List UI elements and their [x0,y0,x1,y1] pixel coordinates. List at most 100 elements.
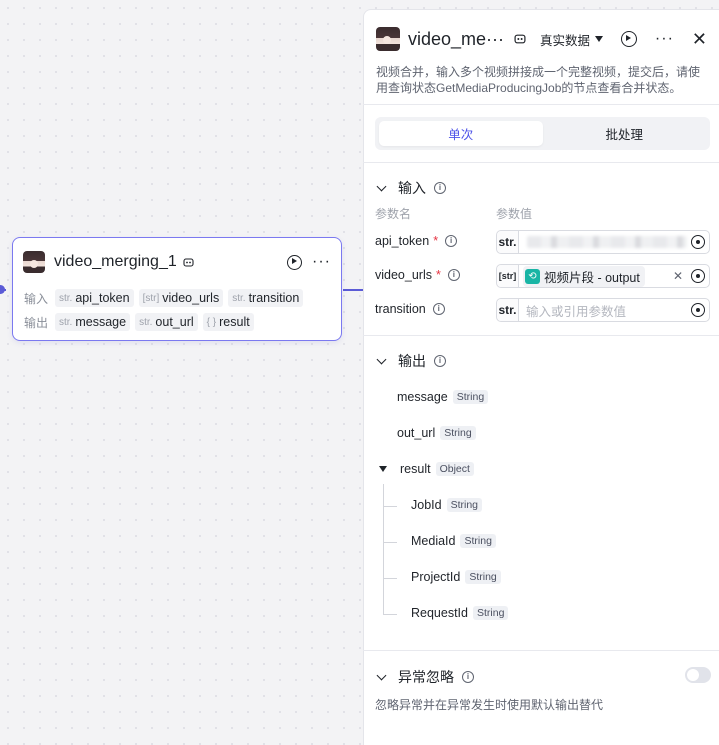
avatar [23,251,45,273]
transition-field[interactable]: str. 输入或引用参数值 [496,298,710,322]
chip-name: message [75,315,127,329]
required-mark: * [433,234,439,248]
tree-line [383,506,397,507]
output-item: out_url String [397,426,476,440]
input-section-header[interactable]: 输入 i [375,178,446,198]
node-header: video_merging_1 ··· [23,249,331,275]
param-api-token-label: api_token * i [375,234,458,248]
info-icon[interactable]: i [445,235,458,247]
type-indicator: str. [497,299,519,321]
outgoing-edge [343,289,363,291]
node-output-chip: str. out_url [135,313,198,331]
type-badge: String [440,426,476,440]
avatar [376,27,400,51]
type-indicator: [str] [497,265,519,287]
video-urls-field[interactable]: [str] ⟲ 视频片段 - output ✕ [496,264,710,288]
reference-label: 视频片段 - output [544,270,640,285]
output-item: message String [397,390,489,404]
node-output-chip: { } result [202,313,254,331]
chip-type: str. [59,292,73,304]
divider [363,104,719,105]
info-icon[interactable]: i [447,269,460,281]
target-icon[interactable] [691,269,705,283]
node-input-chip: [str] video_urls [138,289,224,307]
tab-single[interactable]: 单次 [379,121,543,146]
tree-line [383,542,397,543]
divider [363,335,719,336]
caret-down-icon [595,36,604,42]
param-name: transition [375,302,426,316]
chip-type: str. [232,292,246,304]
chip-type: { } [206,316,217,328]
more-icon[interactable]: ··· [312,254,331,270]
tab-batch[interactable]: 批处理 [543,121,707,146]
chip-type: [str] [142,292,160,304]
bot-icon [183,256,195,268]
param-video-urls-label: video_urls * i [375,268,460,282]
data-mode-label: 真实数据 [540,33,591,48]
node-input-chip: str. api_token [55,289,134,307]
type-indicator: str. [497,231,519,253]
param-value-header: 参数值 [496,207,533,221]
more-icon[interactable]: ··· [655,31,674,47]
play-icon[interactable] [620,31,637,47]
exception-section-title: 异常忽略 [398,669,454,685]
tree-line [383,484,384,614]
info-icon[interactable]: i [434,182,446,194]
type-badge: String [452,390,489,404]
exception-section-header[interactable]: 异常忽略 i [375,667,474,687]
panel-description: 视频合并，输入多个视频拼接成一个完整视频，提交后，请使用查询状态GetMedia… [376,65,701,95]
masked-value [527,236,687,248]
info-icon[interactable]: i [462,671,474,683]
node-input-chip: str. transition [228,289,304,307]
type-badge: Object [435,462,474,476]
node-inputs-row: 输入 str. api_token [str] video_urls str. tra… [24,289,304,307]
chip-name: video_urls [162,291,220,305]
bot-icon [514,33,526,45]
toggle-switch[interactable] [685,667,711,683]
exception-description: 忽略异常并在异常发生时使用默认输出替代 [375,698,604,712]
output-name: ProjectId [411,570,461,584]
api-token-field[interactable]: str. [496,230,710,254]
data-mode-dropdown[interactable]: 真实数据 [540,30,604,49]
output-name: RequestId [411,606,468,620]
output-name: JobId [411,498,442,512]
type-badge: String [472,606,509,620]
output-name: message [397,390,448,404]
info-icon[interactable]: i [434,355,446,367]
chip-type: str. [59,316,73,328]
mode-tabs: 单次 批处理 [375,117,710,150]
chevron-down-icon [376,670,387,681]
reference-tag[interactable]: ⟲ 视频片段 - output [523,265,645,287]
node-inputs-label: 输入 [24,291,49,306]
output-name: MediaId [411,534,456,548]
output-section-title: 输出 [398,353,426,369]
chip-name: api_token [75,291,130,305]
node-outputs-row: 输出 str. message str. out_url { } result [24,313,254,331]
output-child-item: ProjectId String [411,570,501,584]
target-icon[interactable] [691,235,705,249]
chip-name: result [219,315,250,329]
type-badge: String [446,498,483,512]
target-icon[interactable] [691,303,705,317]
output-child-item: MediaId String [411,534,496,548]
required-mark: * [435,268,441,282]
output-item-result[interactable]: result Object [379,462,474,476]
reference-icon: ⟲ [525,268,540,284]
close-icon[interactable]: ✕ [692,30,707,48]
output-name: out_url [397,426,436,440]
chevron-down-icon [376,181,387,192]
chip-name: transition [248,291,300,305]
divider [363,162,719,163]
workflow-node-card[interactable]: video_merging_1 ··· 输入 str. api_token [st… [12,237,342,341]
play-icon[interactable] [287,254,303,270]
tree-toggle-icon[interactable] [379,466,387,472]
divider [363,650,719,651]
panel-title[interactable]: video_me··· [408,29,504,50]
output-section-header[interactable]: 输出 i [375,351,446,371]
param-name: api_token [375,234,430,248]
param-transition-label: transition i [375,302,445,316]
clear-icon[interactable]: ✕ [673,269,683,283]
chip-type: str. [139,316,153,328]
info-icon[interactable]: i [432,303,445,315]
